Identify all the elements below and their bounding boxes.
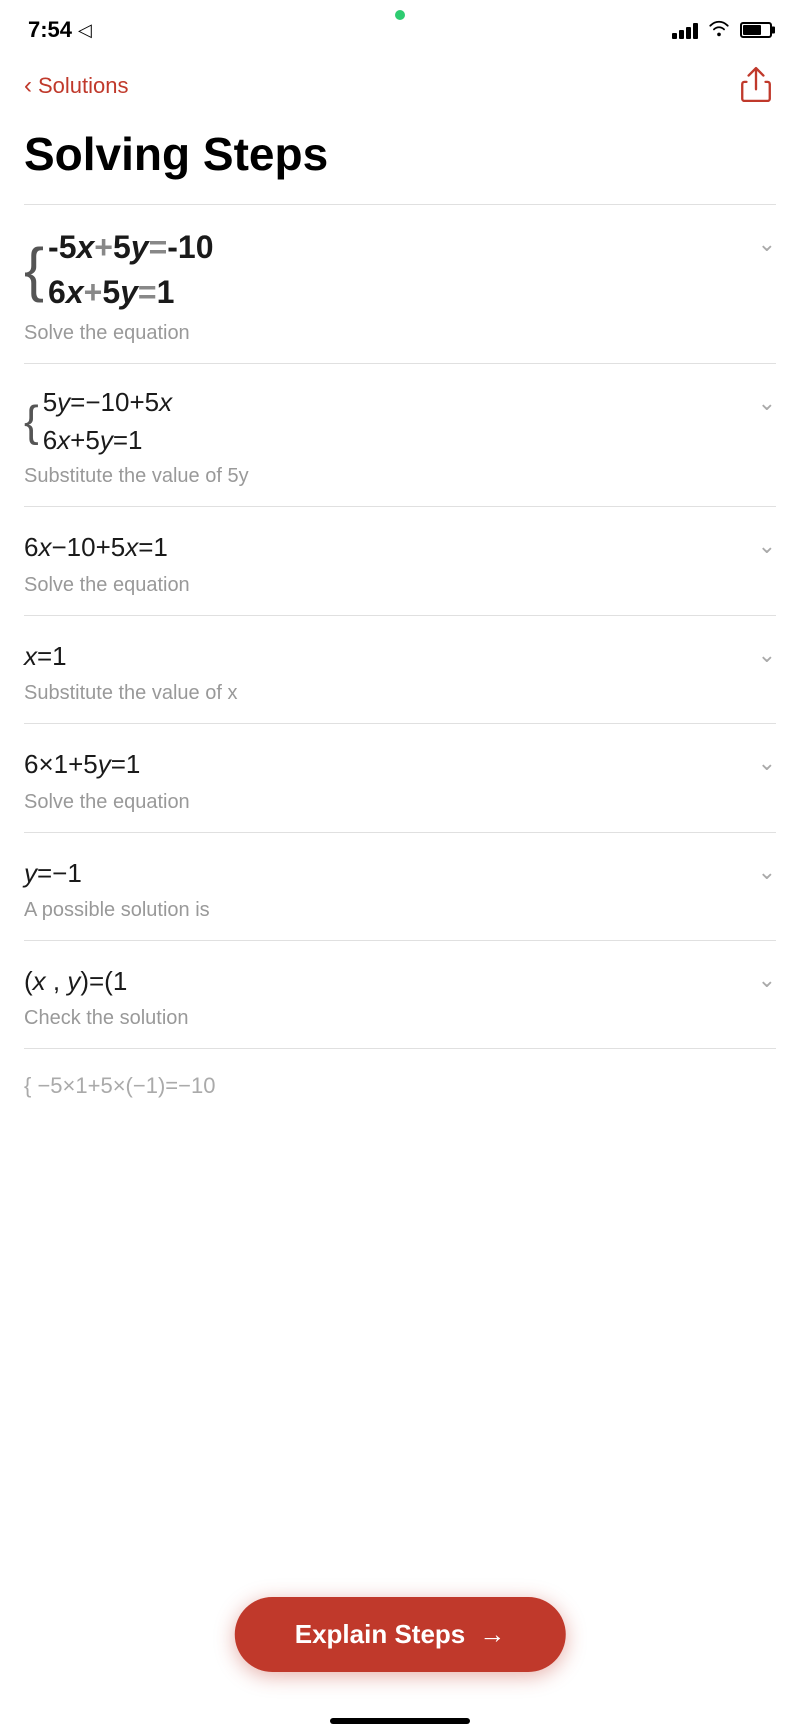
step-item-3[interactable]: 6x−10+5x=1 Solve the equation ⌄ <box>24 506 776 614</box>
step-1-chevron-icon: ⌄ <box>758 231 776 257</box>
step-item-1[interactable]: { -5x+5y=-10 6x+5y=1 Solve the equation … <box>24 204 776 363</box>
step-3-chevron-icon: ⌄ <box>758 533 776 559</box>
home-indicator <box>330 1718 470 1724</box>
status-icons <box>672 19 772 42</box>
step-6-equation: y=−1 <box>24 855 738 891</box>
step-1-description: Solve the equation <box>24 322 738 345</box>
step-item-6[interactable]: y=−1 A possible solution is ⌄ <box>24 832 776 940</box>
step-2-content: { 5y=−10+5x 6x+5y=1 Substitute the value… <box>24 386 758 489</box>
steps-container: { -5x+5y=-10 6x+5y=1 Solve the equation … <box>0 204 800 1099</box>
back-chevron-icon: ‹ <box>24 72 32 100</box>
step-6-content: y=−1 A possible solution is <box>24 855 758 922</box>
back-button[interactable]: ‹ Solutions <box>24 72 129 100</box>
step-4-chevron-icon: ⌄ <box>758 642 776 668</box>
brace-equations-2: 5y=−10+5x 6x+5y=1 <box>43 386 172 458</box>
brace-icon-1: { <box>24 227 44 314</box>
step-3-content: 6x−10+5x=1 Solve the equation <box>24 529 758 596</box>
step-8-partial-equation: { −5×1+5×(−1)=−10 <box>24 1071 756 1098</box>
step-4-description: Substitute the value of x <box>24 682 738 705</box>
explain-steps-label: Explain Steps <box>295 1619 466 1650</box>
nav-bar: ‹ Solutions <box>0 54 800 121</box>
eq-2-line-2: 6x+5y=1 <box>43 424 172 458</box>
explain-steps-arrow-icon: → <box>479 1619 505 1650</box>
step-item-2[interactable]: { 5y=−10+5x 6x+5y=1 Substitute the value… <box>24 363 776 507</box>
step-1-equation: { -5x+5y=-10 6x+5y=1 <box>24 227 738 314</box>
step-1-content: { -5x+5y=-10 6x+5y=1 Solve the equation <box>24 227 758 345</box>
green-dot <box>395 10 405 20</box>
status-time: 7:54 <box>28 17 72 43</box>
step-item-7[interactable]: (x , y)=(1 Check the solution ⌄ <box>24 940 776 1048</box>
step-5-description: Solve the equation <box>24 791 738 814</box>
step-3-equation: 6x−10+5x=1 <box>24 529 738 565</box>
step-5-content: 6×1+5y=1 Solve the equation <box>24 746 758 813</box>
step-5-chevron-icon: ⌄ <box>758 750 776 776</box>
eq-1-line-2: 6x+5y=1 <box>48 272 213 314</box>
step-7-description: Check the solution <box>24 1007 738 1030</box>
step-6-chevron-icon: ⌄ <box>758 859 776 885</box>
step-2-chevron-icon: ⌄ <box>758 390 776 416</box>
share-icon <box>740 66 772 102</box>
step-6-description: A possible solution is <box>24 899 738 922</box>
explain-steps-container: Explain Steps → <box>235 1597 566 1672</box>
step-3-description: Solve the equation <box>24 574 738 597</box>
explain-steps-button[interactable]: Explain Steps → <box>235 1597 566 1672</box>
signal-icon <box>672 21 698 39</box>
eq-1-line-1: -5x+5y=-10 <box>48 227 213 269</box>
step-4-equation: x=1 <box>24 638 738 674</box>
back-label: Solutions <box>38 73 129 99</box>
step-2-description: Substitute the value of 5y <box>24 465 738 488</box>
step-item-8-partial: { −5×1+5×(−1)=−10 <box>24 1048 776 1098</box>
status-bar: 7:54 ◁ <box>0 0 800 54</box>
wifi-icon <box>708 19 730 42</box>
step-2-equation: { 5y=−10+5x 6x+5y=1 <box>24 386 738 458</box>
step-item-4[interactable]: x=1 Substitute the value of x ⌄ <box>24 615 776 723</box>
battery-icon <box>740 22 772 38</box>
share-button[interactable] <box>736 62 776 109</box>
step-4-content: x=1 Substitute the value of x <box>24 638 758 705</box>
brace-icon-2: { <box>24 386 39 458</box>
page-title: Solving Steps <box>0 121 800 204</box>
step-7-content: (x , y)=(1 Check the solution <box>24 963 758 1030</box>
step-7-chevron-icon: ⌄ <box>758 967 776 993</box>
brace-equations-1: -5x+5y=-10 6x+5y=1 <box>48 227 213 314</box>
step-7-equation: (x , y)=(1 <box>24 963 738 999</box>
eq-2-line-1: 5y=−10+5x <box>43 386 172 420</box>
step-8-partial-content: { −5×1+5×(−1)=−10 <box>24 1071 776 1098</box>
step-5-equation: 6×1+5y=1 <box>24 746 738 782</box>
step-item-5[interactable]: 6×1+5y=1 Solve the equation ⌄ <box>24 723 776 831</box>
location-icon: ◁ <box>78 20 92 41</box>
